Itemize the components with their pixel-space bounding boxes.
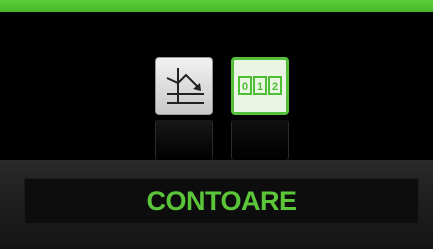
- chart-button-reflection: [155, 120, 213, 160]
- section-label-panel: CONTOARE: [24, 178, 419, 224]
- counter-digit: 1: [257, 81, 263, 93]
- accent-top-bar: [0, 0, 433, 12]
- counter-digit: 0: [242, 81, 248, 93]
- counter-digits-icon: 0 1 2: [234, 60, 286, 112]
- counter-button-reflection: [231, 120, 289, 160]
- section-title: CONTOARE: [146, 185, 297, 216]
- icon-stage: 0 1 2: [0, 12, 433, 160]
- counter-digit: 2: [272, 81, 278, 93]
- trend-chart-icon: [156, 58, 212, 114]
- chart-mode-button[interactable]: [155, 57, 213, 115]
- counter-mode-button[interactable]: 0 1 2: [231, 57, 289, 115]
